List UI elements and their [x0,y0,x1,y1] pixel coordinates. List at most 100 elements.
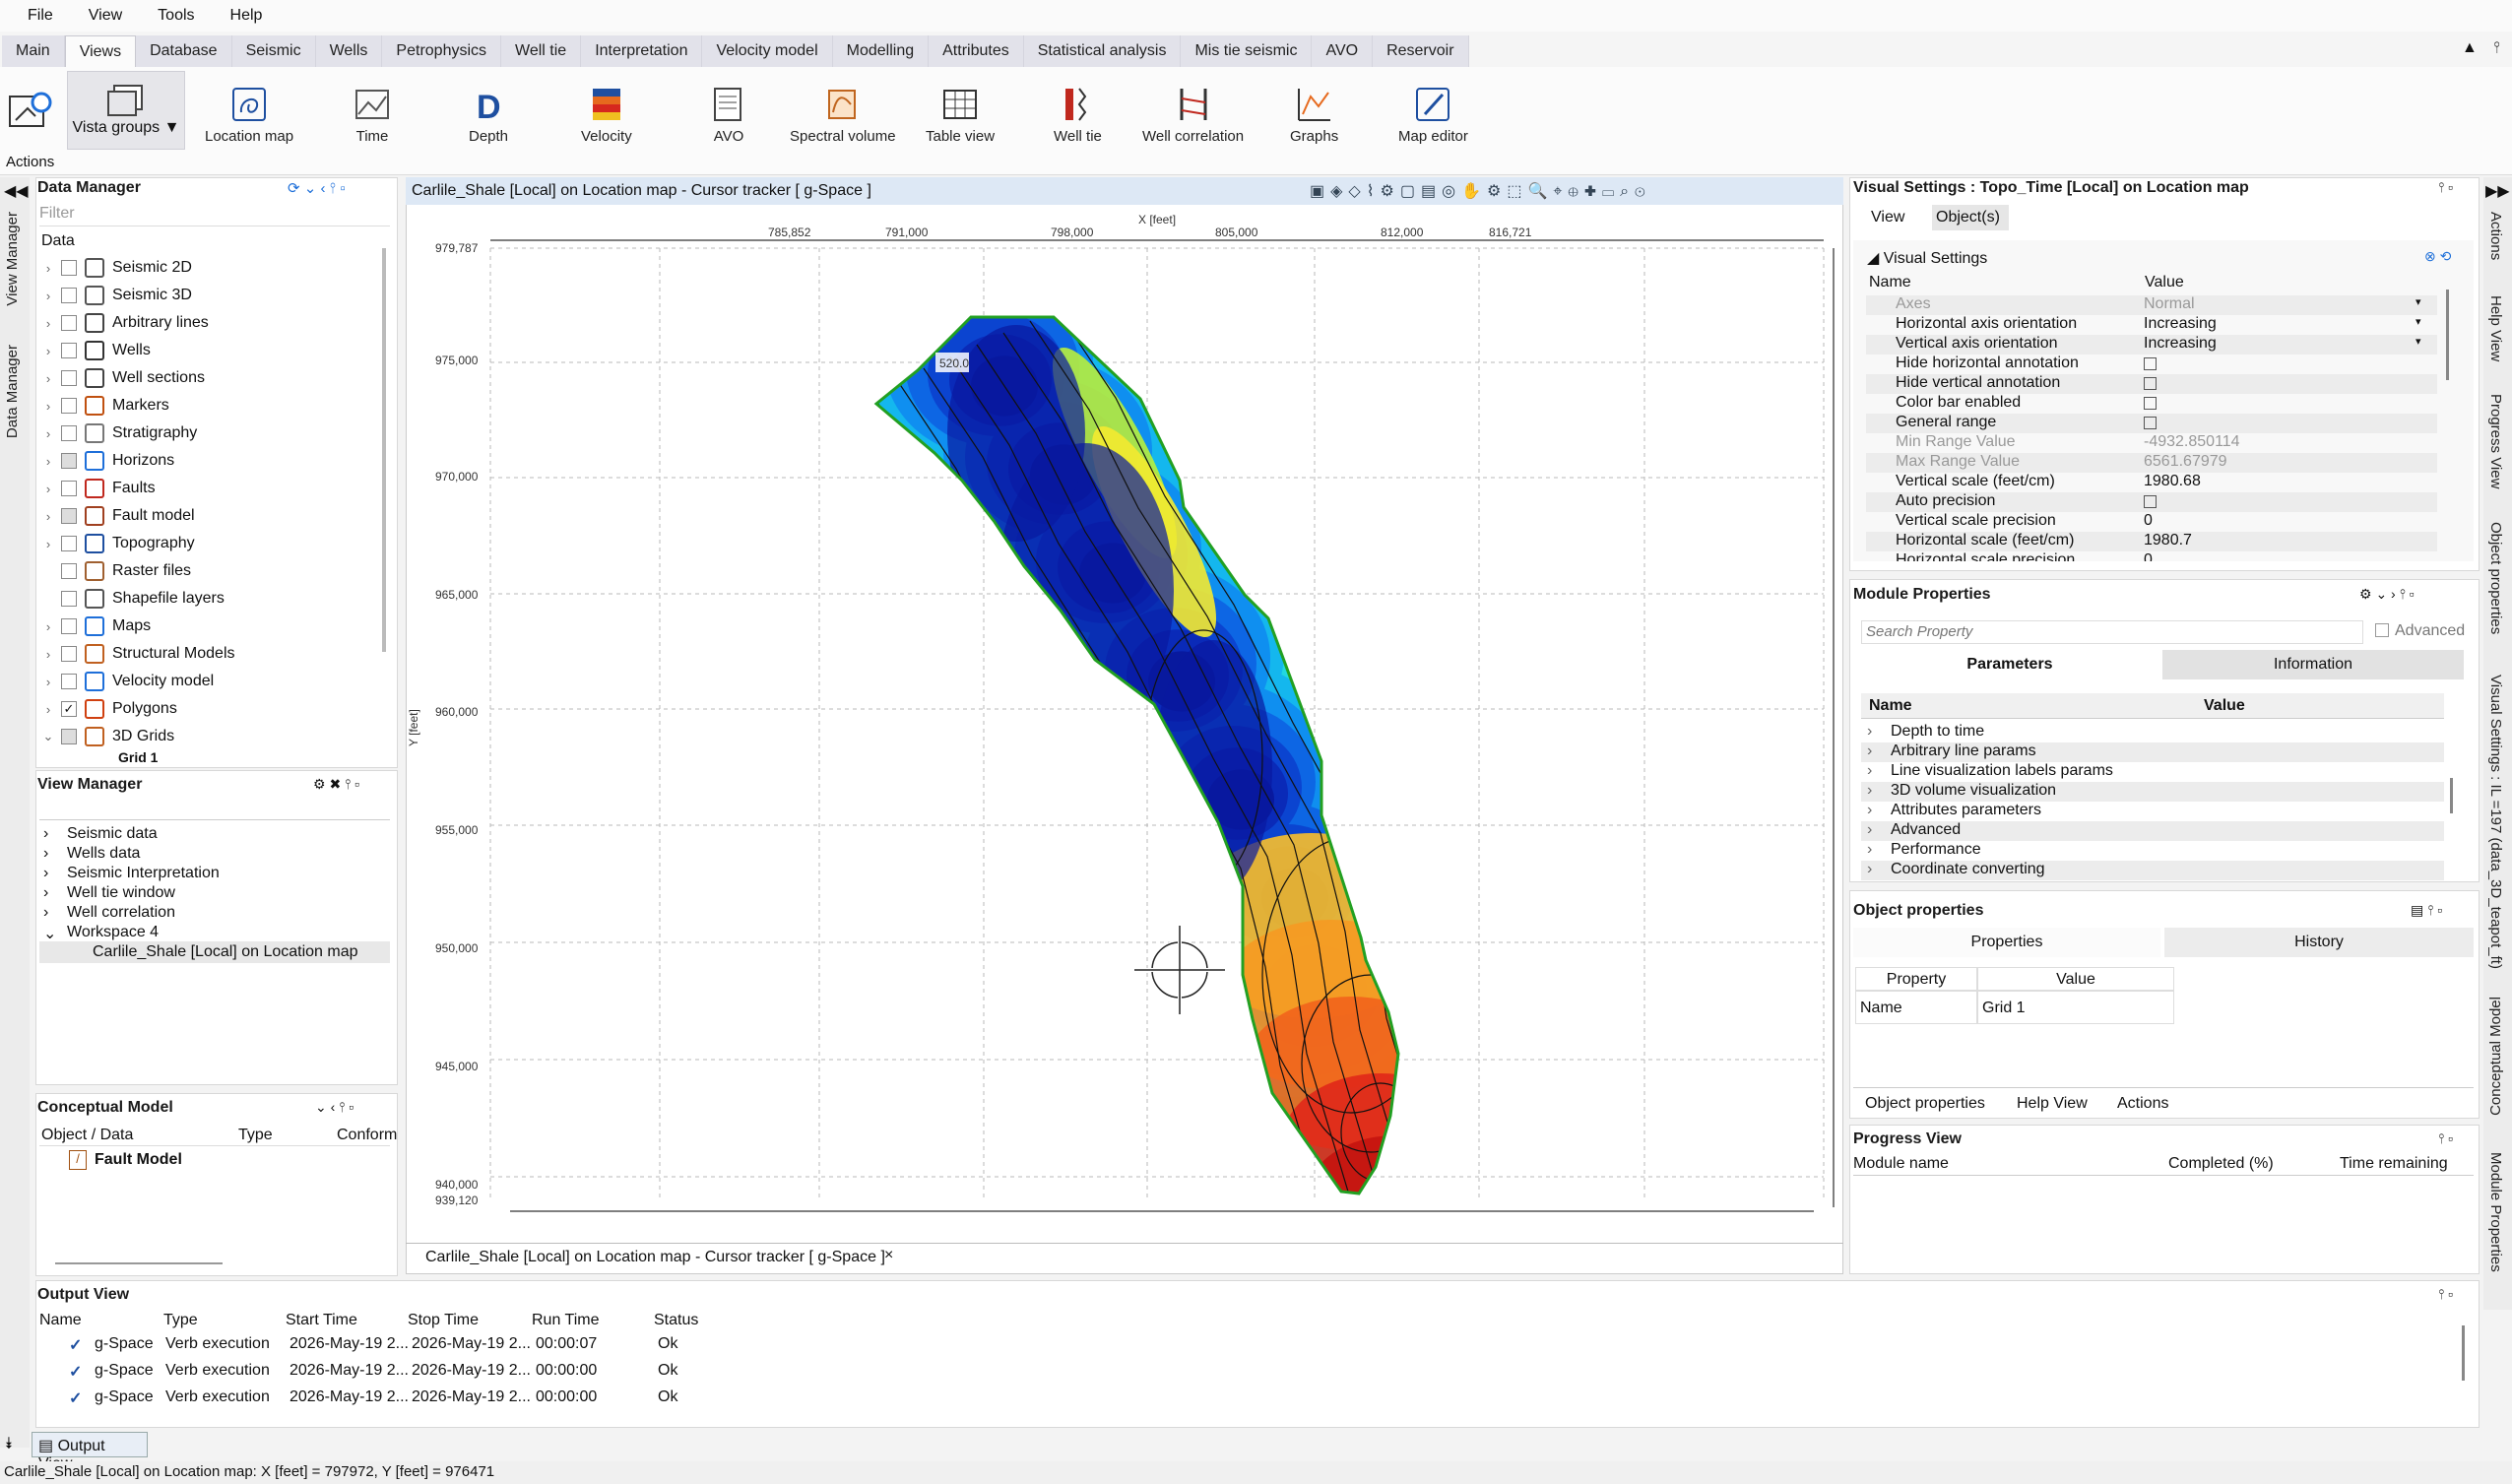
vs-row-value[interactable]: Normal [2144,295,2195,313]
module-item[interactable]: › Advanced [1861,821,2444,841]
module-item[interactable]: › Coordinate converting [1861,861,2444,880]
search-property-input[interactable]: Search Property [1861,620,2363,644]
module-chevron-icon[interactable]: › [1867,782,1872,800]
bottom-tab-help-view[interactable]: Help View [2017,1095,2088,1113]
data-tree-item[interactable]: › Structural Models [39,640,235,668]
tab-statistical-analysis[interactable]: Statistical analysis [1024,35,1182,67]
tab-attributes[interactable]: Attributes [929,35,1024,67]
vs-row[interactable]: Color bar enabled [1866,394,2437,414]
view-manager-item[interactable]: Workspace 4 [67,924,159,941]
location-map-button[interactable]: Location map [205,85,293,145]
data-tree-item[interactable]: ⌄ 3D Grids [39,723,174,750]
tree-checkbox[interactable] [61,398,77,414]
tab-information[interactable]: Information [2162,650,2464,679]
data-filter-input[interactable]: Filter [39,205,390,226]
map-editor-button[interactable]: Map editor [1398,85,1468,145]
menu-tools[interactable]: Tools [158,7,194,25]
vs-row-value[interactable]: Increasing [2144,315,2217,333]
module-item[interactable]: › Performance [1861,841,2444,861]
side-tab-object-properties[interactable]: Object properties [2487,522,2504,634]
actions-icon[interactable] [6,87,55,141]
vs-row-value[interactable]: 6561.67979 [2144,453,2227,471]
output-pin-icon[interactable]: ⫯ ▫ [2438,1286,2453,1303]
advanced-checkbox[interactable] [2375,623,2389,637]
vs-checkbox[interactable] [2144,495,2157,508]
bottom-tab-object-properties[interactable]: Object properties [1865,1095,1985,1113]
vs-row[interactable]: Max Range Value 6561.67979 [1866,453,2437,473]
view-manager-chevron-icon[interactable]: › [43,865,48,882]
pin-icon[interactable]: ⫯ [2493,39,2500,57]
vs-row[interactable]: Hide vertical annotation [1866,374,2437,394]
tab-wells[interactable]: Wells [316,35,383,67]
module-chevron-icon[interactable]: › [1867,841,1872,859]
tree-checkbox[interactable] [61,563,77,579]
data-tree-item[interactable]: › Maps [39,613,151,640]
object-tools-icon[interactable]: ▤ ⫯ ▫ [2411,902,2442,919]
module-scrollbar[interactable] [2450,778,2453,813]
module-item[interactable]: › 3D volume visualization [1861,782,2444,802]
conceptual-scrollbar[interactable] [55,1262,223,1264]
module-chevron-icon[interactable]: › [1867,861,1872,878]
data-tree-item[interactable]: Raster files [39,557,191,585]
view-manager-tools-icon[interactable]: ⚙ ✖ ⫯ ▫ [313,776,359,793]
map-bottom-tab[interactable]: Carlile_Shale [Local] on Location map - … [425,1249,885,1266]
vs-row-value[interactable]: 0 [2144,551,2153,561]
tab-database[interactable]: Database [136,35,232,67]
tree-chevron-icon[interactable]: › [39,289,57,303]
data-tree-item-partial[interactable]: Grid 1 [118,750,158,764]
tree-chevron-icon[interactable]: › [39,344,57,358]
view-manager-chevron-icon[interactable]: › [43,904,48,922]
module-item[interactable]: › Depth to time [1861,723,2444,742]
tree-checkbox[interactable] [61,260,77,276]
side-tab-conceptual-model[interactable]: Conceptual Model [2487,997,2504,1116]
view-manager-item[interactable]: Seismic Interpretation [67,865,220,882]
vs-section-header[interactable]: ◢ Visual Settings [1867,248,1987,268]
data-scrollbar[interactable] [382,248,386,652]
tree-checkbox[interactable] [61,536,77,551]
tree-checkbox[interactable] [61,618,77,634]
tab-main[interactable]: Main [2,35,65,67]
data-tree-item[interactable]: › Arbitrary lines [39,309,209,337]
module-chevron-icon[interactable]: › [1867,762,1872,780]
vs-row[interactable]: Vertical axis orientation Increasing ▾ [1866,335,2437,355]
tree-checkbox[interactable] [61,370,77,386]
tree-checkbox[interactable] [61,453,77,469]
tree-chevron-icon[interactable]: › [39,371,57,386]
view-manager-item[interactable]: Wells data [67,845,140,863]
data-tree-item[interactable]: › ✓ Polygons [39,695,177,723]
vs-dropdown-icon[interactable]: ▾ [2415,335,2421,348]
vs-row[interactable]: Hide horizontal annotation [1866,355,2437,374]
data-tree-item[interactable]: › Well sections [39,364,205,392]
tree-checkbox[interactable] [61,508,77,524]
table-view-button[interactable]: Table view [926,85,995,145]
module-tools-icon[interactable]: ⚙ ⌄ › ⫯ ▫ [2359,586,2415,603]
tree-checkbox[interactable] [61,674,77,689]
vs-tab-view[interactable]: View [1871,209,1904,226]
tree-checkbox[interactable]: ✓ [61,701,77,717]
tab-properties[interactable]: Properties [1853,928,2160,957]
tree-chevron-icon[interactable]: › [39,426,57,441]
side-tab-data-manager[interactable]: Data Manager [4,345,21,438]
tab-parameters[interactable]: Parameters [1861,650,2158,679]
tree-chevron-icon[interactable]: › [39,482,57,496]
module-chevron-icon[interactable]: › [1867,723,1872,741]
side-tab-module-properties[interactable]: Module Properties [2487,1152,2504,1272]
tab-views[interactable]: Views [64,35,137,67]
row-name-value[interactable]: Grid 1 [1977,991,2174,1024]
vs-row[interactable]: Min Range Value -4932.850114 [1866,433,2437,453]
tree-checkbox[interactable] [61,315,77,331]
view-manager-item[interactable]: Seismic data [67,825,158,843]
tree-chevron-icon[interactable]: › [39,509,57,524]
data-tree-item[interactable]: › Horizons [39,447,174,475]
tab-petrophysics[interactable]: Petrophysics [382,35,502,67]
module-chevron-icon[interactable]: › [1867,742,1872,760]
output-scrollbar[interactable] [2462,1325,2465,1381]
data-tree-item[interactable]: › Wells [39,337,151,364]
data-tree-item[interactable]: › Markers [39,392,169,419]
data-tree-item[interactable]: › Velocity model [39,668,214,695]
view-manager-chevron-icon[interactable]: › [43,884,48,902]
vs-checkbox[interactable] [2144,417,2157,429]
data-tree-item[interactable]: › Seismic 3D [39,282,192,309]
menu-help[interactable]: Help [230,7,263,25]
data-tree-item[interactable]: Shapefile layers [39,585,225,613]
